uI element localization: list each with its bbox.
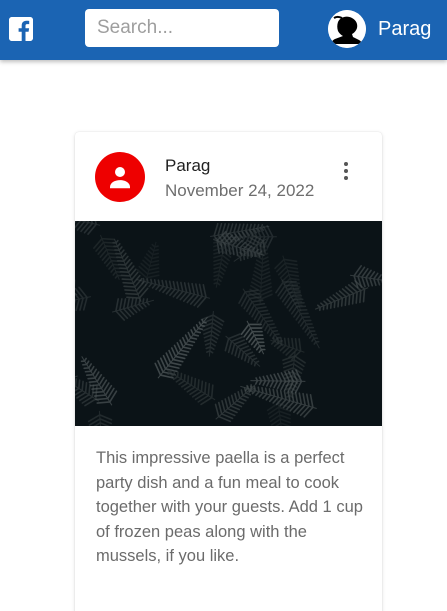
more-vertical-icon[interactable] [334,158,358,184]
post-card: Parag November 24, 2022 This impressive … [75,132,382,611]
user-profile-chip[interactable]: Parag [328,10,431,48]
post-date: November 24, 2022 [165,181,315,200]
user-silhouette-icon [328,10,366,48]
person-icon [95,152,145,202]
user-name: Parag [378,18,432,40]
post-author: Parag [165,156,211,175]
post-header: Parag November 24, 2022 [75,132,382,221]
search-input[interactable] [85,9,279,47]
fern-leaves-image [75,221,382,426]
facebook-icon[interactable] [9,17,33,41]
post-body-text: This impressive paella is a perfect part… [96,449,363,566]
post-image [75,221,382,426]
top-app-bar: Parag [0,0,447,60]
